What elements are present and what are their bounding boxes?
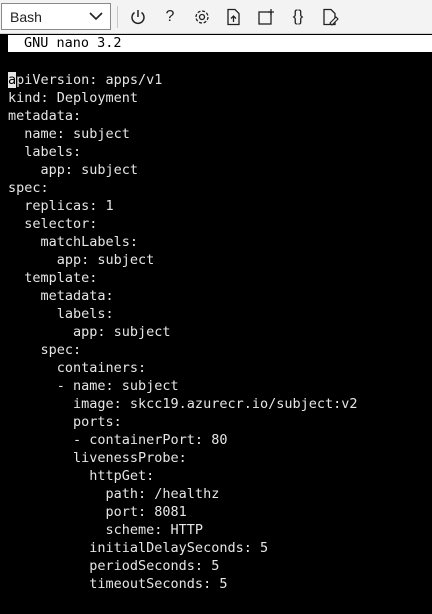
- editor-line: port: 8081: [8, 503, 358, 521]
- nano-title-bar: GNU nano 3.2: [8, 35, 432, 52]
- help-icon[interactable]: ?: [159, 6, 181, 28]
- editor-line: livenessProbe:: [8, 449, 358, 467]
- line-text: kind: Deployment: [8, 90, 139, 106]
- editor-line: periodSeconds: 5: [8, 557, 358, 575]
- line-text: labels:: [8, 144, 82, 160]
- line-text: app: subject: [8, 162, 139, 178]
- line-text: template:: [8, 270, 98, 286]
- editor-line: name: subject: [8, 125, 358, 143]
- editor-line: apiVersion: apps/v1: [8, 71, 358, 89]
- toolbar-divider: [117, 6, 118, 28]
- line-text: app: subject: [8, 252, 155, 268]
- line-text: name: subject: [8, 126, 130, 142]
- editor-line: metadata:: [8, 287, 358, 305]
- line-text: spec:: [8, 342, 82, 358]
- line-text: spec:: [8, 180, 49, 196]
- chevron-down-icon: [88, 8, 104, 27]
- line-text: timeoutSeconds: 5: [8, 576, 228, 592]
- help-label: ?: [165, 8, 175, 25]
- line-text: initialDelaySeconds: 5: [8, 540, 269, 556]
- editor-line: selector:: [8, 215, 358, 233]
- line-text: matchLabels:: [8, 234, 139, 250]
- editor-line: spec:: [8, 341, 358, 359]
- shell-selector-value: Bash: [10, 9, 42, 25]
- open-editor-icon[interactable]: [319, 6, 341, 28]
- line-text: ports:: [8, 414, 122, 430]
- editor-line: labels:: [8, 305, 358, 323]
- editor-line: labels:: [8, 143, 358, 161]
- line-text: livenessProbe:: [8, 450, 187, 466]
- toolbar: Bash ? {}: [0, 0, 432, 34]
- braces-icon[interactable]: {}: [287, 6, 309, 28]
- editor-line: scheme: HTTP: [8, 521, 358, 539]
- new-session-icon[interactable]: [255, 6, 277, 28]
- editor-line: app: subject: [8, 161, 358, 179]
- braces-label: {}: [292, 8, 304, 25]
- editor-line: ports:: [8, 413, 358, 431]
- line-text: scheme: HTTP: [8, 522, 204, 538]
- line-text: replicas: 1: [8, 198, 114, 214]
- line-text: labels:: [8, 306, 114, 322]
- line-text: image: skcc19.azurecr.io/subject:v2: [8, 396, 358, 412]
- editor-line: app: subject: [8, 251, 358, 269]
- line-text: - name: subject: [8, 378, 179, 394]
- line-text: piVersion: apps/v1: [16, 72, 163, 88]
- editor-line: matchLabels:: [8, 233, 358, 251]
- line-text: periodSeconds: 5: [8, 558, 220, 574]
- line-text: httpGet:: [8, 468, 155, 484]
- editor-line: metadata:: [8, 107, 358, 125]
- line-text: - containerPort: 80: [8, 432, 228, 448]
- line-text: port: 8081: [8, 504, 187, 520]
- editor-line: template:: [8, 269, 358, 287]
- editor-line: httpGet:: [8, 467, 358, 485]
- editor-line: timeoutSeconds: 5: [8, 575, 358, 593]
- shell-selector[interactable]: Bash: [1, 3, 111, 30]
- editor-line: initialDelaySeconds: 5: [8, 539, 358, 557]
- editor-line: path: /healthz: [8, 485, 358, 503]
- line-text: app: subject: [8, 324, 171, 340]
- upload-file-icon[interactable]: [223, 6, 245, 28]
- line-text: path: /healthz: [8, 486, 220, 502]
- text-cursor: a: [8, 72, 17, 88]
- gear-icon[interactable]: [191, 6, 213, 28]
- editor-line: - containerPort: 80: [8, 431, 358, 449]
- editor-line: app: subject: [8, 323, 358, 341]
- nano-version: GNU nano 3.2: [24, 35, 122, 51]
- line-text: containers:: [8, 360, 147, 376]
- editor-buffer[interactable]: apiVersion: apps/v1 kind: Deployment metad…: [8, 71, 358, 593]
- editor-line: spec:: [8, 179, 358, 197]
- line-text: metadata:: [8, 108, 82, 124]
- editor-line: containers:: [8, 359, 358, 377]
- editor-line: replicas: 1: [8, 197, 358, 215]
- power-icon[interactable]: [127, 6, 149, 28]
- line-text: selector:: [8, 216, 98, 232]
- editor-line: image: skcc19.azurecr.io/subject:v2: [8, 395, 358, 413]
- line-text: metadata:: [8, 288, 114, 304]
- editor-line: - name: subject: [8, 377, 358, 395]
- editor-line: kind: Deployment: [8, 89, 358, 107]
